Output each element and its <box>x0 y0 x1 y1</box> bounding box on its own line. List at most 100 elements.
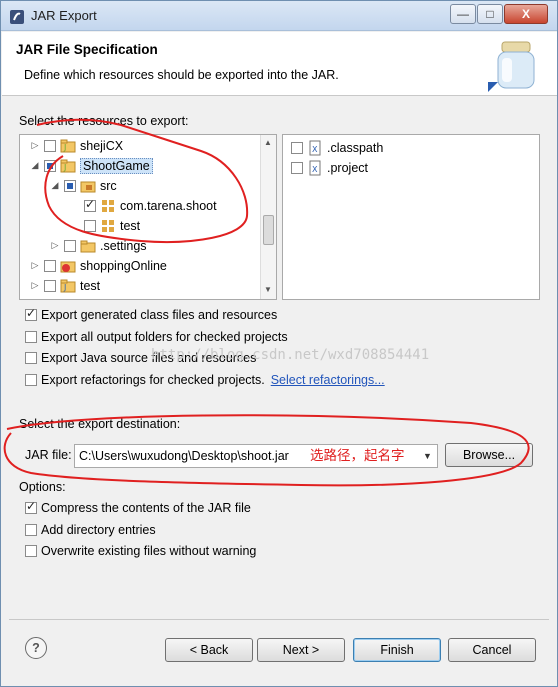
svg-text:X: X <box>312 165 318 174</box>
jar-file-combo[interactable]: C:\Users\wuxudong\Desktop\shoot.jar 选路径，… <box>74 444 438 468</box>
checkbox[interactable] <box>25 331 37 343</box>
package-icon <box>100 198 116 214</box>
file-checkbox[interactable] <box>291 141 303 154</box>
xml-file-icon: X <box>307 140 323 156</box>
export-refactorings-option[interactable]: Export refactorings for checked projects… <box>25 373 385 387</box>
web-project-icon <box>60 258 76 274</box>
svg-text:J: J <box>63 163 66 172</box>
checkbox[interactable] <box>25 352 37 364</box>
tree-item[interactable]: ▷ J test <box>30 276 101 295</box>
java-project-icon: J <box>60 158 76 174</box>
minimize-button[interactable]: — <box>450 4 476 24</box>
resources-label: Select the resources to export: <box>19 114 189 128</box>
tree-item[interactable]: ◢ J ShootGame <box>30 156 153 175</box>
tree-item-label: ShootGame <box>80 157 153 174</box>
overwrite-option[interactable]: Overwrite existing files without warning <box>25 544 256 558</box>
jar-file-value: C:\Users\wuxudong\Desktop\shoot.jar <box>79 449 289 463</box>
file-item[interactable]: X .classpath <box>291 138 383 157</box>
export-class-files-option[interactable]: Export generated class files and resourc… <box>25 306 278 322</box>
expand-icon[interactable]: ▷ <box>30 260 40 271</box>
tree-item[interactable]: ▷ .settings <box>50 236 147 255</box>
collapse-icon[interactable]: ◢ <box>30 160 40 171</box>
option-label: Compress the contents of the JAR file <box>41 501 251 515</box>
option-label: Overwrite existing files without warning <box>41 544 257 558</box>
svg-text:J: J <box>63 283 66 292</box>
file-item[interactable]: X .project <box>291 158 368 177</box>
dropdown-arrow-icon[interactable]: ▼ <box>423 445 432 467</box>
back-button[interactable]: < Back <box>165 638 253 662</box>
svg-text:X: X <box>312 145 318 154</box>
help-icon[interactable]: ? <box>25 637 47 659</box>
finish-button[interactable]: Finish <box>353 638 441 662</box>
browse-button[interactable]: Browse... <box>445 443 533 467</box>
tree-checkbox[interactable] <box>44 159 56 172</box>
expand-icon[interactable]: ▷ <box>30 140 40 151</box>
tree-scrollbar[interactable]: ▲ ▼ <box>260 135 276 299</box>
tree-item-label: test <box>120 218 141 233</box>
xml-file-icon: X <box>307 160 323 176</box>
expand-icon[interactable]: ▷ <box>50 240 60 251</box>
java-project-icon: J <box>60 278 76 294</box>
option-label: Export all output folders for checked pr… <box>41 330 288 344</box>
source-folder-icon <box>80 178 96 194</box>
checkbox[interactable] <box>25 524 37 536</box>
tree-checkbox[interactable] <box>44 139 56 152</box>
package-icon <box>100 218 116 234</box>
resource-tree[interactable]: ▷ J shejiCX ◢ J ShootGame ◢ src com.tare… <box>19 134 277 300</box>
close-button[interactable]: X <box>504 4 548 24</box>
tree-item-label: shejiCX <box>80 138 124 153</box>
scroll-thumb[interactable] <box>263 215 274 245</box>
tree-checkbox[interactable] <box>44 259 56 272</box>
select-refactorings-link[interactable]: Select refactorings... <box>271 373 385 387</box>
option-label: Add directory entries <box>41 523 156 537</box>
tree-item-label: shoppingOnline <box>80 258 167 273</box>
destination-label: Select the export destination: <box>19 417 181 431</box>
options-label: Options: <box>19 480 66 494</box>
tree-checkbox[interactable] <box>64 179 76 192</box>
tree-item[interactable]: com.tarena.shoot <box>70 196 217 215</box>
title-bar: JAR Export — □ X <box>1 1 557 31</box>
watermark-text: http://blog.csdn.net/wxd708854441 <box>151 347 430 363</box>
collapse-icon[interactable]: ◢ <box>50 180 60 191</box>
tree-item-label: .settings <box>100 238 147 253</box>
checkbox[interactable] <box>25 374 37 386</box>
scroll-down-icon[interactable]: ▼ <box>264 285 272 294</box>
jar-export-window: JAR Export — □ X JAR File Specification … <box>0 0 558 687</box>
tree-item[interactable]: test <box>70 216 140 235</box>
scroll-up-icon[interactable]: ▲ <box>264 138 272 147</box>
tree-item-label: src <box>100 178 117 193</box>
tree-item[interactable]: ◢ src <box>50 176 117 195</box>
page-description: Define which resources should be exporte… <box>24 68 339 82</box>
file-checkbox[interactable] <box>291 161 303 174</box>
export-output-folders-option[interactable]: Export all output folders for checked pr… <box>25 330 288 344</box>
jar-banner-icon <box>488 41 535 92</box>
resource-file-list[interactable]: X .classpath X .project <box>282 134 540 300</box>
checkbox[interactable] <box>25 306 37 321</box>
compress-option[interactable]: Compress the contents of the JAR file <box>25 499 251 515</box>
tree-item[interactable]: ▷ shoppingOnline <box>30 256 167 275</box>
expand-icon[interactable]: ▷ <box>30 280 40 291</box>
file-item-label: .project <box>327 160 368 175</box>
cancel-button[interactable]: Cancel <box>448 638 536 662</box>
footer-divider <box>9 619 549 620</box>
path-annotation: 选路径，起名字 <box>310 448 405 463</box>
directory-entries-option[interactable]: Add directory entries <box>25 523 156 537</box>
tree-item-label: test <box>80 278 101 293</box>
window-title: JAR Export <box>31 8 97 23</box>
tree-checkbox[interactable] <box>44 279 56 292</box>
wizard-header: JAR File Specification Define which reso… <box>2 32 557 96</box>
tree-item[interactable]: ▷ J shejiCX <box>30 136 124 155</box>
tree-checkbox[interactable] <box>84 197 96 212</box>
tree-checkbox[interactable] <box>84 219 96 232</box>
maximize-button[interactable]: □ <box>477 4 503 24</box>
tree-checkbox[interactable] <box>64 239 76 252</box>
checkbox[interactable] <box>25 545 37 557</box>
checkbox[interactable] <box>25 499 37 514</box>
java-project-icon: J <box>60 138 76 154</box>
option-label: Export generated class files and resourc… <box>41 308 278 322</box>
page-title: JAR File Specification <box>16 42 158 57</box>
jar-file-label: JAR file: <box>25 448 72 462</box>
next-button[interactable]: Next > <box>257 638 345 662</box>
folder-icon <box>80 238 96 254</box>
file-item-label: .classpath <box>327 140 384 155</box>
